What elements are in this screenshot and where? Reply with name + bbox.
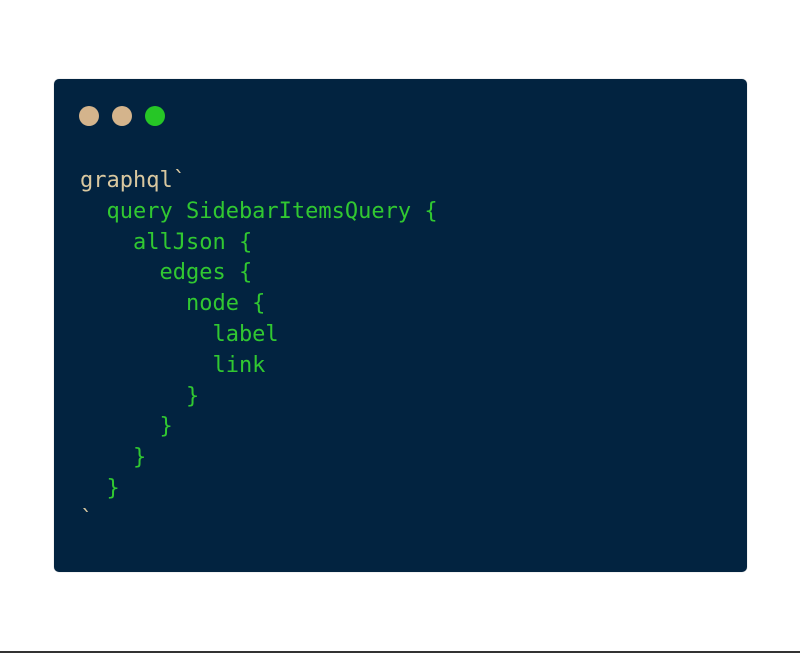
code-line: } (80, 414, 173, 440)
code-line: link (80, 352, 266, 378)
code-line: } (80, 445, 147, 471)
code-window: graphql` query SidebarItemsQuery { allJs… (54, 79, 747, 572)
code-line: graphql` (80, 168, 186, 193)
code-line: node { (80, 291, 266, 317)
window-dot-icon (145, 106, 165, 126)
code-block: graphql` query SidebarItemsQuery { allJs… (80, 166, 438, 536)
code-line: } (80, 383, 200, 409)
code-line: query SidebarItemsQuery { (80, 198, 438, 224)
page-canvas: graphql` query SidebarItemsQuery { allJs… (0, 0, 800, 653)
window-dot-icon (112, 106, 132, 126)
code-line: ` (80, 506, 94, 532)
code-line: label (80, 321, 279, 347)
code-line: allJson { (80, 229, 253, 255)
code-line: } (80, 475, 120, 501)
window-dot-icon (79, 106, 99, 126)
code-line: edges { (80, 260, 253, 286)
